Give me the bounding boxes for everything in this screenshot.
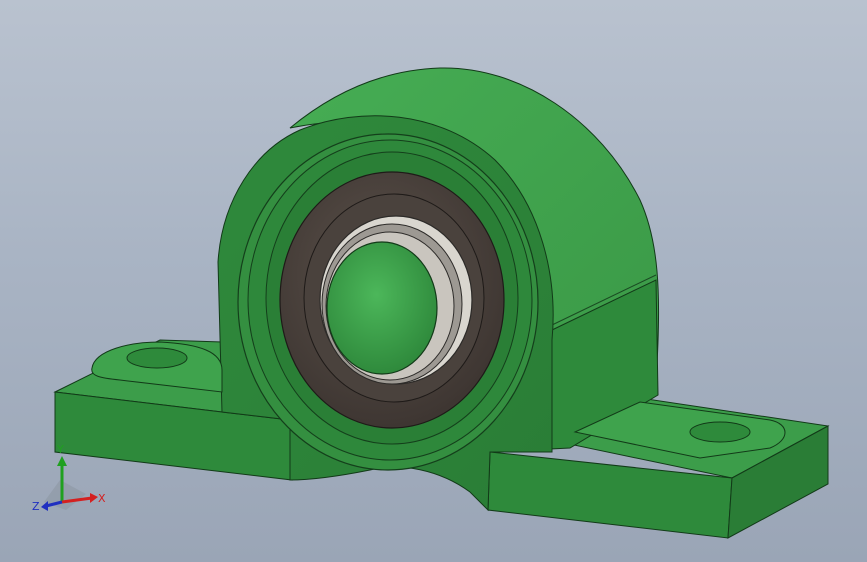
triad-x-arrow: [90, 493, 98, 503]
graphics-viewport[interactable]: Y X Z: [0, 0, 867, 562]
shaft-bore: [326, 241, 438, 375]
triad-z-arrow: [41, 501, 48, 511]
triad-z-label: Z: [32, 500, 40, 513]
reference-triad: Y X Z: [32, 443, 106, 513]
right-mount-hole: [689, 421, 751, 443]
triad-y-label: Y: [56, 443, 64, 456]
left-mount-hole: [126, 347, 188, 369]
triad-y-arrow: [57, 456, 67, 466]
pillow-block-model[interactable]: [0, 0, 867, 562]
triad-x-label: X: [98, 492, 106, 505]
